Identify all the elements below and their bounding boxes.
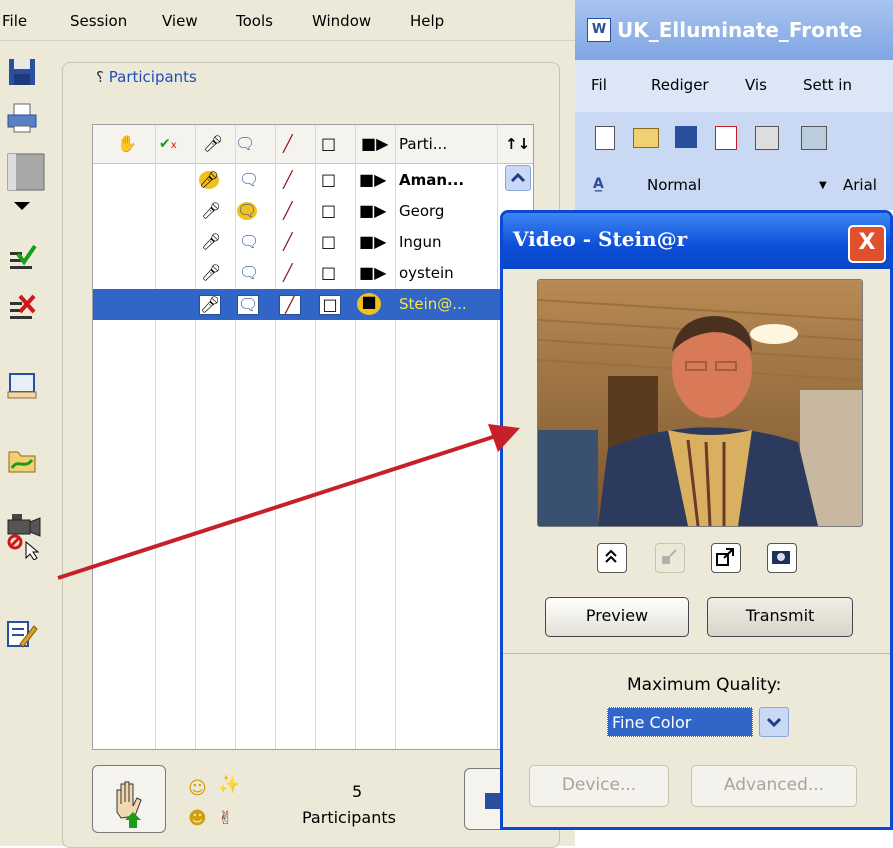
annotation-arrow [57, 424, 520, 580]
